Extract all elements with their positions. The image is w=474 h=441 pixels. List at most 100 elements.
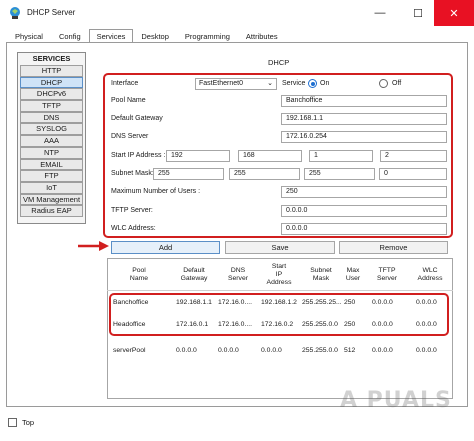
table-header-divider (107, 290, 453, 291)
top-checkbox-label: Top (22, 418, 35, 427)
column-header-dns-server: DNS Server (227, 267, 249, 282)
subnet-octet-1[interactable]: 255 (153, 168, 224, 180)
table-cell: 512 (344, 347, 356, 354)
start-ip-label: Start IP Address : (111, 152, 166, 159)
subnet-octet-4[interactable]: 0 (379, 168, 447, 180)
service-item-dhcp[interactable]: DHCP (20, 76, 83, 89)
table-cell: 0.0.0.0 (372, 321, 393, 328)
dns-server-input[interactable]: 172.16.0.254 (281, 131, 447, 143)
service-item-ftp[interactable]: FTP (20, 170, 83, 182)
table-cell: 0.0.0.0 (218, 347, 239, 354)
table-cell: 192.168.1.2 (261, 299, 297, 306)
tab-attributes[interactable]: Attributes (238, 29, 286, 43)
save-button[interactable]: Save (225, 241, 335, 254)
subnet-octet-2[interactable]: 255 (229, 168, 300, 180)
dns-server-label: DNS Server (111, 133, 149, 140)
interface-select-value: FastEthernet0 (199, 80, 243, 87)
start-ip-octet-2[interactable]: 168 (238, 150, 302, 162)
max-users-label: Maximum Number of Users : (111, 188, 201, 195)
pool-name-label: Pool Name (111, 97, 146, 104)
column-header-tftp-server: TFTP Server (376, 267, 398, 282)
service-item-dns[interactable]: DNS (20, 111, 83, 124)
service-item-email[interactable]: EMAIL (20, 158, 83, 171)
column-header-wlc-address: WLC Address (417, 267, 443, 282)
arrow-right-icon (78, 241, 109, 251)
tab-config[interactable]: Config (51, 29, 89, 43)
start-ip-octet-1[interactable]: 192 (166, 150, 230, 162)
table-cell: 0.0.0.0 (372, 347, 393, 354)
pool-name-input[interactable]: Banchoffice (281, 95, 447, 107)
close-button[interactable]: ✕ (434, 0, 474, 26)
service-label: Service (282, 80, 306, 87)
minimize-button[interactable]: — (360, 0, 400, 26)
tab-desktop[interactable]: Desktop (133, 29, 177, 43)
service-item-http[interactable]: HTTP (20, 65, 83, 77)
column-header-default-gateway: Default Gateway (180, 267, 208, 282)
table-cell: 172.16.0.... (218, 299, 253, 306)
tftp-server-label: TFTP Server: (111, 207, 153, 214)
table-cell: 250 (344, 299, 356, 306)
subnet-mask-label: Subnet Mask: (111, 170, 154, 177)
cisco-pt-app-icon (10, 7, 20, 19)
table-cell: 255.255.0.0 (302, 321, 338, 328)
table-cell: 192.168.1.1 (176, 299, 212, 306)
service-off-radio[interactable] (379, 79, 388, 88)
table-cell: 0.0.0.0 (416, 321, 437, 328)
column-header-start-ip: Start IP Address (266, 263, 292, 286)
services-list: SERVICES HTTP DHCP DHCPv6 TFTP DNS SYSLO… (17, 52, 86, 224)
wlc-address-input[interactable]: 0.0.0.0 (281, 223, 447, 235)
tab-strip: Physical Config Services Desktop Program… (7, 29, 286, 43)
tab-programming[interactable]: Programming (177, 29, 238, 43)
top-checkbox[interactable] (8, 418, 17, 427)
table-cell: 0.0.0.0 (416, 347, 437, 354)
maximize-button[interactable]: ☐ (398, 0, 438, 26)
gateway-label: Default Gateway (111, 115, 163, 122)
table-cell: Headoffice (113, 321, 146, 328)
table-cell: 172.16.0.1 (176, 321, 209, 328)
table-cell: 0.0.0.0 (261, 347, 282, 354)
tab-services[interactable]: Services (88, 29, 134, 43)
table-cell: 0.0.0.0 (416, 299, 437, 306)
table-cell: Banchoffice (113, 299, 149, 306)
service-item-vm-management[interactable]: VM Management (20, 193, 83, 206)
service-item-dhcpv6[interactable]: DHCPv6 (20, 88, 83, 101)
table-cell: 172.16.0.... (218, 321, 253, 328)
table-cell: 250 (344, 321, 356, 328)
table-cell: serverPool (113, 347, 146, 354)
service-item-tftp[interactable]: TFTP (20, 100, 83, 112)
tftp-server-input[interactable]: 0.0.0.0 (281, 205, 447, 217)
column-header-max-user: Max User (345, 267, 361, 282)
services-header: SERVICES (32, 54, 71, 63)
start-ip-octet-3[interactable]: 1 (309, 150, 373, 162)
remove-button[interactable]: Remove (339, 241, 448, 254)
interface-select[interactable]: FastEthernet0 ⌄ (195, 78, 277, 90)
chevron-down-icon: ⌄ (267, 80, 273, 87)
service-off-label: Off (392, 80, 402, 87)
service-item-aaa[interactable]: AAA (20, 135, 83, 147)
interface-label: Interface (111, 80, 139, 87)
table-cell: 255.255.0.0 (302, 347, 338, 354)
table-cell: 255.255.25... (302, 299, 342, 306)
table-cell: 172.16.0.2 (261, 321, 294, 328)
service-item-radius-eap[interactable]: Radius EAP (20, 205, 83, 217)
gateway-input[interactable]: 192.168.1.1 (281, 113, 447, 125)
add-button[interactable]: Add (111, 241, 220, 254)
dhcp-heading: DHCP (268, 58, 290, 67)
service-item-syslog[interactable]: SYSLOG (20, 123, 83, 136)
title-bar: DHCP Server — ☐ ✕ (0, 0, 474, 26)
subnet-octet-3[interactable]: 255 (304, 168, 375, 180)
service-item-ntp[interactable]: NTP (20, 146, 83, 159)
wlc-address-label: WLC Address: (111, 225, 156, 232)
start-ip-octet-4[interactable]: 2 (380, 150, 447, 162)
column-header-pool-name: Pool Name (129, 267, 149, 282)
service-item-iot[interactable]: IoT (20, 181, 83, 194)
tab-physical[interactable]: Physical (7, 29, 51, 43)
table-cell: 0.0.0.0 (372, 299, 393, 306)
table-cell: 0.0.0.0 (176, 347, 197, 354)
service-on-label: On (320, 80, 330, 87)
watermark: A PUALS (340, 388, 452, 413)
service-on-radio[interactable] (308, 79, 317, 88)
window-title: DHCP Server (27, 8, 76, 17)
column-header-subnet-mask: Subnet Mask (310, 267, 332, 282)
max-users-input[interactable]: 250 (281, 186, 447, 198)
